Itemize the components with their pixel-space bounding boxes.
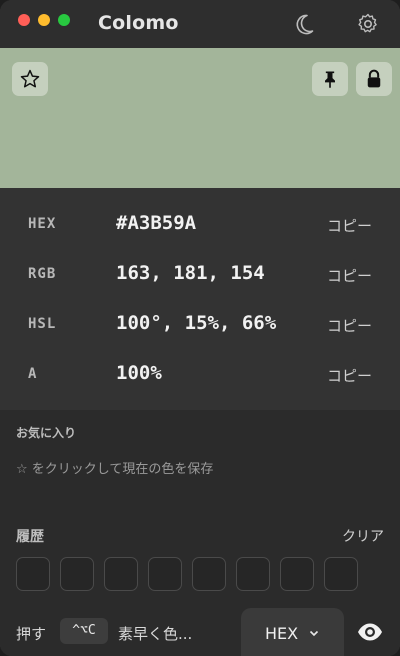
format-dropdown-label: HEX — [265, 624, 299, 643]
alpha-row: A 100% コピー — [0, 360, 400, 390]
shortcut-badge: ^⌥C — [60, 618, 108, 644]
lower-panel: お気に入り ☆ をクリックして現在の色を保存 履歴 クリア 押す ^⌥C 素早く… — [0, 410, 400, 656]
hsl-value: 100°, 15%, 66% — [116, 312, 277, 334]
lock-button[interactable] — [356, 62, 392, 96]
gear-icon[interactable] — [356, 12, 380, 36]
app-title: Colomo — [98, 12, 179, 34]
rgb-row: RGB 163, 181, 154 コピー — [0, 260, 400, 290]
moon-icon[interactable] — [292, 12, 316, 36]
history-title: 履歴 — [16, 529, 44, 545]
eye-icon[interactable] — [356, 620, 384, 644]
rgb-label: RGB — [28, 266, 57, 282]
favorite-star-button[interactable] — [12, 62, 48, 96]
titlebar: Colomo — [0, 0, 400, 48]
maximize-window-button[interactable] — [58, 14, 70, 26]
alpha-value: 100% — [116, 362, 162, 384]
minimize-window-button[interactable] — [38, 14, 50, 26]
history-slot[interactable] — [192, 557, 226, 591]
color-values-panel: HEX #A3B59A コピー RGB 163, 181, 154 コピー HS… — [0, 188, 400, 410]
favorites-title: お気に入り — [16, 426, 77, 440]
copy-hsl-button[interactable]: コピー — [327, 315, 372, 336]
alpha-label: A — [28, 366, 38, 382]
hex-row: HEX #A3B59A コピー — [0, 210, 400, 240]
chevron-down-icon — [309, 630, 319, 637]
rgb-value: 163, 181, 154 — [116, 262, 265, 284]
lock-icon — [367, 69, 381, 88]
hsl-label: HSL — [28, 316, 57, 332]
copy-rgb-button[interactable]: コピー — [327, 265, 372, 286]
history-slot[interactable] — [148, 557, 182, 591]
history-slot[interactable] — [236, 557, 270, 591]
history-slot[interactable] — [324, 557, 358, 591]
copy-alpha-button[interactable]: コピー — [327, 365, 372, 386]
hex-value: #A3B59A — [116, 212, 197, 234]
app-window: Colomo HEX #A3B59A コピー RGB 163, 181, 154… — [0, 0, 400, 656]
pin-button[interactable] — [312, 62, 348, 96]
favorites-hint: ☆ をクリックして現在の色を保存 — [16, 462, 214, 477]
pin-icon — [325, 71, 335, 89]
press-label: 押す — [16, 625, 47, 643]
star-icon — [20, 69, 40, 88]
history-slot[interactable] — [104, 557, 138, 591]
hsl-row: HSL 100°, 15%, 66% コピー — [0, 310, 400, 340]
shortcut-description: 素早く色... — [118, 625, 193, 643]
color-swatch — [0, 48, 400, 188]
history-slot[interactable] — [60, 557, 94, 591]
format-dropdown[interactable]: HEX — [241, 608, 344, 656]
clear-history-button[interactable]: クリア — [342, 526, 384, 546]
hex-label: HEX — [28, 216, 57, 232]
close-window-button[interactable] — [18, 14, 30, 26]
history-slot[interactable] — [280, 557, 314, 591]
copy-hex-button[interactable]: コピー — [327, 215, 372, 236]
history-slot[interactable] — [16, 557, 50, 591]
